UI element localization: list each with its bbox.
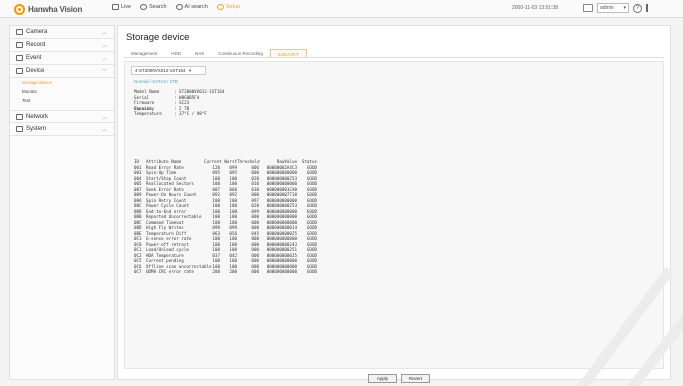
help-icon[interactable]: ? <box>633 3 642 13</box>
main-panel: Storage device Management HDD NAS Contin… <box>117 25 671 383</box>
attr-current: 200 <box>212 269 220 274</box>
attr-raw: 000000000000 <box>266 269 297 274</box>
sidebar-item-device[interactable]: Device ﹀ <box>10 65 114 78</box>
sidebar-item-label: Event <box>26 55 42 61</box>
disk-selector[interactable]: 4-ST2000VX012-1ST164 ▾ <box>131 66 206 75</box>
nav-live[interactable]: Live <box>112 4 131 10</box>
sidebar-item-label: Device <box>26 68 45 74</box>
datetime: 2000-11-03 13:51:38 <box>512 5 559 11</box>
search-icon <box>140 4 148 10</box>
button-bar: Apply Revert <box>368 374 430 383</box>
smart-table: ID Attribute Name Current Worst Threshold Raw… <box>134 159 317 275</box>
info-value: : 37°C / 98°F <box>174 111 207 116</box>
chevron-icon: ﹀ <box>101 69 107 75</box>
event-icon <box>16 55 23 61</box>
sidebar-sub-monitor[interactable]: Monitor <box>10 87 114 96</box>
apply-button[interactable]: Apply <box>368 374 397 383</box>
brand-logo: Hanwha Vision <box>14 3 94 15</box>
user-select[interactable]: admin ▾ <box>597 3 629 13</box>
camera-icon <box>16 29 23 35</box>
attr-threshold: 000 <box>251 269 259 274</box>
tab-continuous-recording[interactable]: Continuous Recording <box>211 49 270 57</box>
user-icon <box>583 4 593 12</box>
top-bar: Hanwha Vision Live Search AI search Setu… <box>0 0 683 18</box>
sidebar-sub-storage-device[interactable]: Storage device <box>10 78 114 87</box>
nav-ai-search[interactable]: AI search <box>175 4 208 10</box>
page-title: Storage device <box>126 32 190 43</box>
chevron-icon: ︿ <box>101 115 107 121</box>
smart-panel: 4-ST2000VX012-1ST164 ▾ Normal / SATA3 / … <box>124 61 664 369</box>
record-icon <box>16 42 23 48</box>
logout-icon[interactable] <box>646 4 654 12</box>
nav-setup[interactable]: Setup <box>216 4 241 10</box>
disk-selector-value: 4-ST2000VX012-1ST164 <box>135 68 186 73</box>
tab-management[interactable]: Management <box>124 49 164 57</box>
sidebar-item-label: Network <box>26 113 49 120</box>
nav-setup-label: Setup <box>225 4 241 10</box>
brand-name: Hanwha Vision <box>28 4 83 14</box>
nav-ai-search-label: AI search <box>184 4 208 10</box>
chevron-down-icon: ▾ <box>623 5 626 11</box>
sidebar-item-label: Record <box>26 42 46 48</box>
info-row: Temperature : 37°C / 98°F <box>134 111 224 117</box>
gear-icon <box>216 4 224 10</box>
sidebar: Camera ︿ Record ︿ Event ︿ Device ﹀ Stora… <box>9 25 115 380</box>
nav-search-label: Search <box>149 4 167 10</box>
sidebar-item-event[interactable]: Event ︿ <box>10 52 114 65</box>
sidebar-item-label: System <box>26 126 47 132</box>
user-controls: admin ▾ ? <box>583 3 654 13</box>
network-icon <box>16 113 23 120</box>
attr-name: UDMA CRC error rate <box>146 269 194 274</box>
top-nav: Live Search AI search Setup <box>112 4 240 10</box>
nav-live-label: Live <box>121 4 132 10</box>
sidebar-item-camera[interactable]: Camera ︿ <box>10 26 114 39</box>
tab-bar: Management HDD NAS Continuous Recording … <box>124 49 664 58</box>
info-key: Temperature <box>134 111 162 116</box>
chevron-icon: ︿ <box>101 30 107 36</box>
chevron-icon: ︿ <box>101 43 107 49</box>
nav-search[interactable]: Search <box>140 4 167 10</box>
tab-hdd[interactable]: HDD <box>164 49 188 57</box>
attr-status: GOOD <box>306 269 317 274</box>
revert-button[interactable]: Revert <box>401 374 430 383</box>
tab-nas[interactable]: NAS <box>188 49 211 57</box>
chevron-icon: ︿ <box>101 127 107 133</box>
sidebar-item-record[interactable]: Record ︿ <box>10 39 114 52</box>
table-row: 0C7 UDMA CRC error rate 200 200 000 000000000… <box>134 269 317 275</box>
user-name: admin <box>600 5 614 11</box>
monitor-icon <box>112 4 119 10</box>
attr-worst: 200 <box>229 269 237 274</box>
hanwha-logo-icon <box>14 3 25 15</box>
sidebar-item-label: Camera <box>26 29 48 35</box>
chevron-icon: ︿ <box>101 56 107 62</box>
sidebar-item-system[interactable]: System ︿ <box>10 123 114 136</box>
disk-status: Normal / SATA3 / 2TB <box>134 79 178 84</box>
system-icon <box>16 126 23 132</box>
tab-smart[interactable]: S.M.A.R.T <box>269 49 307 57</box>
ai-search-icon <box>175 4 183 10</box>
disk-info: Model Name: ST2000VX012-1ST164 Serial: W8… <box>134 89 224 117</box>
chevron-down-icon: ▾ <box>188 68 192 73</box>
sidebar-sub-text[interactable]: Text <box>10 96 114 105</box>
device-icon <box>16 68 23 74</box>
sidebar-item-network[interactable]: Network ︿ <box>10 110 114 123</box>
attr-id: 0C7 <box>134 269 142 274</box>
